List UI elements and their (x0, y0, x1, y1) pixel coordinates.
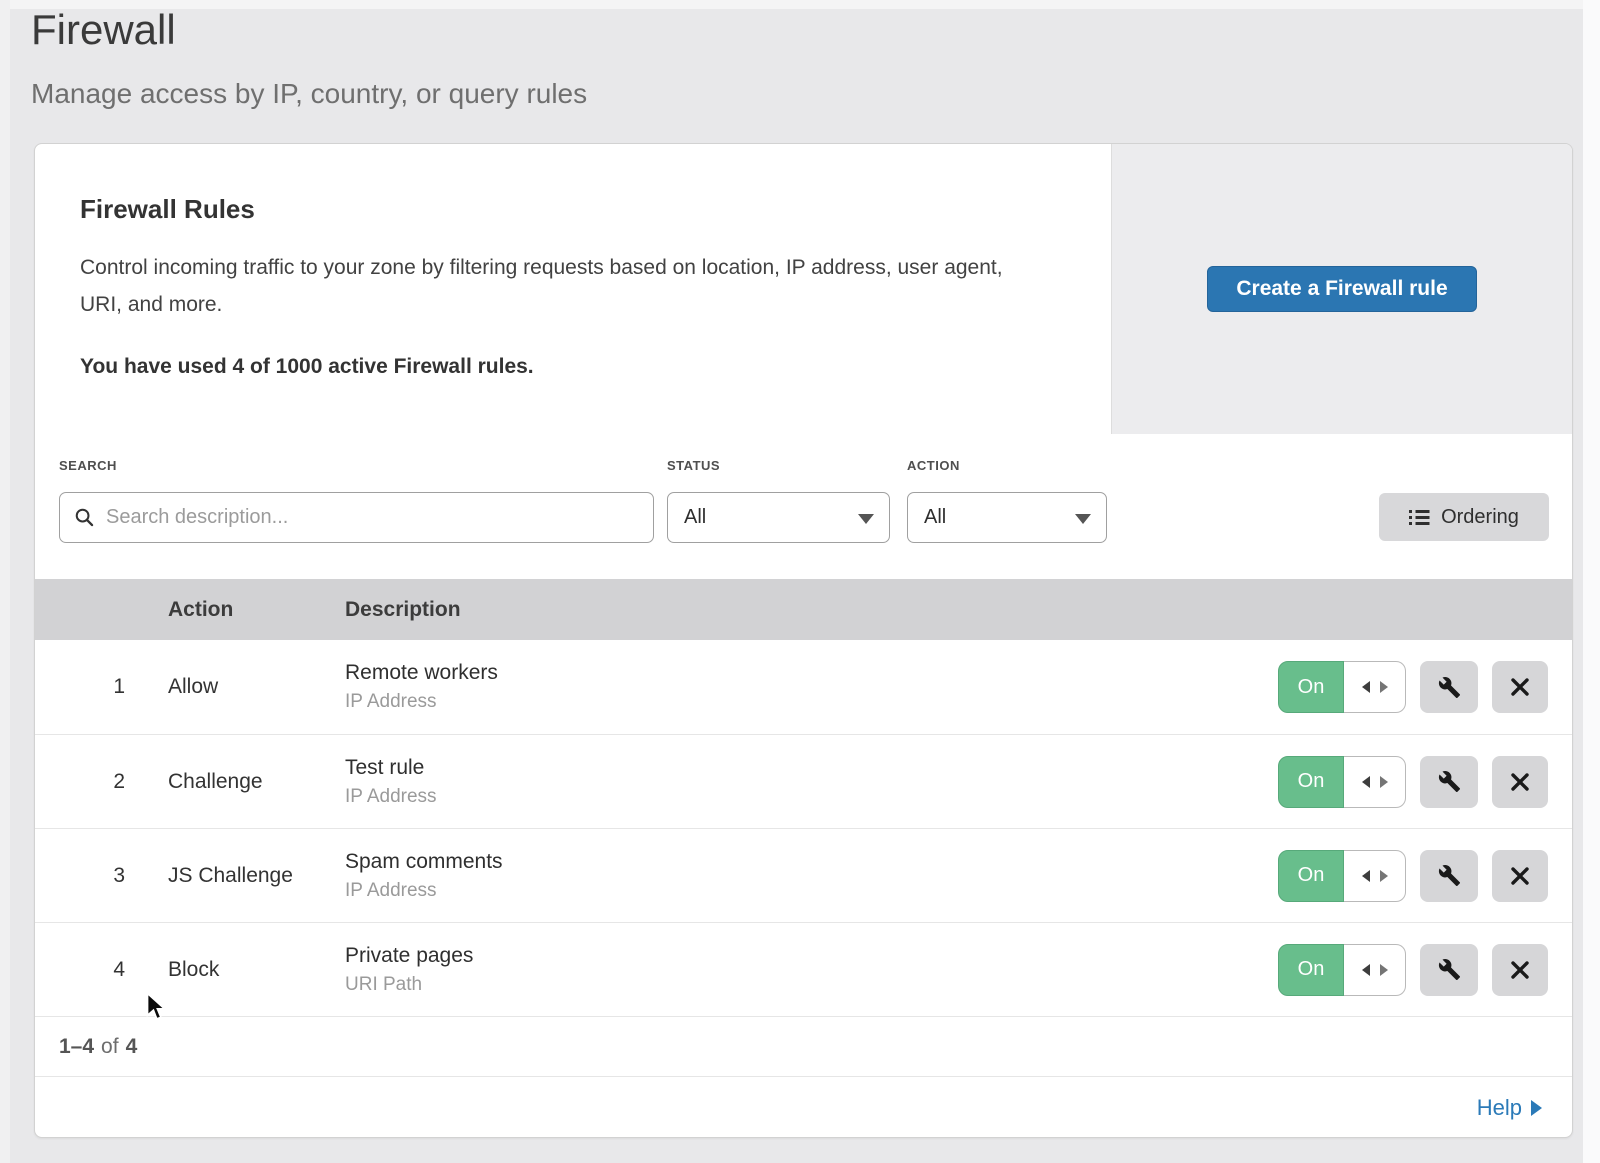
toggle-drag-handle[interactable] (1344, 661, 1406, 713)
firewall-page: Firewall Manage access by IP, country, o… (0, 0, 1600, 1163)
search-icon (74, 507, 95, 533)
edit-rule-button[interactable] (1420, 944, 1478, 996)
table-row: 4 Block Private pages URI Path On (35, 922, 1572, 1016)
page-subtitle: Manage access by IP, country, or query r… (31, 78, 587, 110)
rule-priority: 4 (35, 958, 155, 982)
description-column-header: Description (345, 598, 1572, 622)
rule-enabled-toggle[interactable]: On (1278, 850, 1406, 902)
status-selected-value: All (684, 506, 706, 529)
help-link-label: Help (1477, 1095, 1522, 1121)
pagination-bar: 1–4 of 4 (35, 1016, 1572, 1076)
page-title: Firewall (31, 6, 176, 54)
rules-description: Control incoming traffic to your zone by… (80, 249, 1025, 323)
create-firewall-rule-button[interactable]: Create a Firewall rule (1207, 266, 1476, 312)
status-label: STATUS (667, 458, 720, 473)
rules-intro-text: Firewall Rules Control incoming traffic … (35, 144, 1111, 434)
rule-enabled-toggle[interactable]: On (1278, 756, 1406, 808)
edit-rule-button[interactable] (1420, 850, 1478, 902)
delete-rule-button[interactable] (1492, 756, 1548, 808)
chevron-down-icon (1075, 514, 1091, 524)
window-edge-top (0, 0, 1600, 9)
rule-enabled-toggle[interactable]: On (1278, 661, 1406, 713)
toggle-drag-handle[interactable] (1344, 944, 1406, 996)
pagination-total: 4 (126, 1035, 138, 1059)
rule-controls: On (1278, 850, 1572, 902)
close-icon (1510, 866, 1530, 886)
table-row: 1 Allow Remote workers IP Address On (35, 640, 1572, 734)
close-icon (1510, 960, 1530, 980)
action-selected-value: All (924, 506, 946, 529)
wrench-icon (1438, 864, 1461, 887)
wrench-icon (1438, 770, 1461, 793)
toggle-drag-handle[interactable] (1344, 756, 1406, 808)
toggle-on-label: On (1278, 944, 1344, 996)
rule-description-cell: Spam comments IP Address (345, 850, 1278, 902)
toggle-drag-handle[interactable] (1344, 850, 1406, 902)
rule-description: Private pages (345, 944, 1278, 968)
rule-enabled-toggle[interactable]: On (1278, 944, 1406, 996)
edit-rule-button[interactable] (1420, 661, 1478, 713)
pagination-of: of (101, 1035, 119, 1059)
delete-rule-button[interactable] (1492, 661, 1548, 713)
search-input[interactable] (59, 492, 654, 543)
close-icon (1510, 677, 1530, 697)
table-row: 3 JS Challenge Spam comments IP Address … (35, 828, 1572, 922)
rules-heading: Firewall Rules (80, 194, 1071, 225)
rule-match-type: IP Address (345, 691, 1278, 713)
rule-priority: 1 (35, 675, 155, 699)
close-icon (1510, 772, 1530, 792)
chevron-down-icon (858, 514, 874, 524)
triangle-right-icon (1531, 1100, 1542, 1116)
rule-match-type: URI Path (345, 974, 1278, 996)
list-ordering-icon (1409, 509, 1430, 526)
rule-priority: 3 (35, 864, 155, 888)
rule-description-cell: Private pages URI Path (345, 944, 1278, 996)
filters-bar: SEARCH STATUS All ACTION All Ordering (35, 434, 1572, 579)
table-header: Action Description (35, 579, 1572, 640)
action-column-header: Action (155, 598, 345, 622)
firewall-rules-card: Firewall Rules Control incoming traffic … (34, 143, 1573, 1138)
pagination-range: 1–4 (59, 1035, 94, 1059)
window-edge-right (1583, 0, 1600, 1163)
help-link[interactable]: Help (1477, 1095, 1542, 1121)
rule-action: Allow (155, 675, 345, 699)
wrench-icon (1438, 958, 1461, 981)
rule-description-cell: Remote workers IP Address (345, 661, 1278, 713)
ordering-button-label: Ordering (1441, 506, 1519, 529)
ordering-button[interactable]: Ordering (1379, 493, 1549, 541)
toggle-on-label: On (1278, 756, 1344, 808)
rule-description: Spam comments (345, 850, 1278, 874)
delete-rule-button[interactable] (1492, 850, 1548, 902)
wrench-icon (1438, 676, 1461, 699)
rule-description-cell: Test rule IP Address (345, 756, 1278, 808)
edit-rule-button[interactable] (1420, 756, 1478, 808)
search-label: SEARCH (59, 458, 117, 473)
action-label: ACTION (907, 458, 960, 473)
delete-rule-button[interactable] (1492, 944, 1548, 996)
rule-action: Challenge (155, 770, 345, 794)
rules-usage-count: You have used 4 of 1000 active Firewall … (80, 355, 1071, 379)
rule-controls: On (1278, 661, 1572, 713)
rule-match-type: IP Address (345, 786, 1278, 808)
toggle-on-label: On (1278, 661, 1344, 713)
rule-description: Remote workers (345, 661, 1278, 685)
card-footer: Help (35, 1076, 1572, 1138)
rule-action: JS Challenge (155, 864, 345, 888)
status-select[interactable]: All (667, 492, 890, 543)
window-edge-left (0, 0, 10, 1163)
search-box (59, 492, 654, 543)
rule-action: Block (155, 958, 345, 982)
action-select[interactable]: All (907, 492, 1107, 543)
create-rule-panel: Create a Firewall rule (1111, 144, 1572, 434)
rule-controls: On (1278, 756, 1572, 808)
rule-controls: On (1278, 944, 1572, 996)
toggle-on-label: On (1278, 850, 1344, 902)
rule-description: Test rule (345, 756, 1278, 780)
rule-priority: 2 (35, 770, 155, 794)
rules-intro-section: Firewall Rules Control incoming traffic … (35, 144, 1572, 434)
table-row: 2 Challenge Test rule IP Address On (35, 734, 1572, 828)
rule-match-type: IP Address (345, 880, 1278, 902)
